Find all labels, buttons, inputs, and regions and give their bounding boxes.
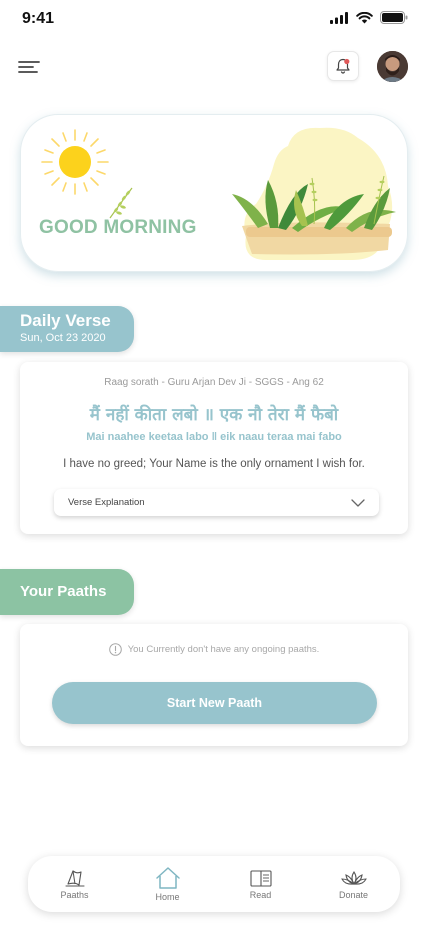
battery-icon [380,11,408,24]
plants-illustration [232,127,396,260]
info-icon [108,643,122,656]
status-time: 9:41 [22,10,55,27]
wifi-icon [356,11,373,23]
nav-label-donate: Donate [338,890,369,900]
daily-verse-card: Raag sorath - Guru Arjan Dev Ji - SGGS -… [20,362,408,534]
paaths-card: You Currently don't have any ongoing paa… [20,624,408,746]
notification-button[interactable] [327,51,359,81]
daily-verse-date: Sun, Oct 23 2020 [20,332,106,344]
nav-item-donate[interactable]: Donate [319,868,389,900]
daily-verse-tab: Daily Verse Sun, Oct 23 2020 [0,306,134,352]
book-stand-icon [64,870,85,887]
empty-paaths-text: You Currently don't have any ongoing paa… [127,644,320,655]
nav-label-home: Home [155,892,180,902]
daily-verse-title: Daily Verse [20,311,111,330]
empty-paaths-message: You Currently don't have any ongoing paa… [20,643,408,656]
hamburger-menu-icon[interactable] [18,59,42,77]
status-icons [330,11,408,24]
start-new-paath-button[interactable]: Start New Paath [52,682,377,724]
avatar[interactable] [377,51,408,82]
chevron-down-icon [351,498,365,507]
home-icon [155,867,180,889]
verse-transliteration: Mai naahee keetaa labo ‖ eik naau teraa … [86,431,342,443]
verse-hindi: मैं नहीं कीता लबो ॥ एक नौ तेरा मैं फैबो [89,405,339,425]
verse-translation: I have no greed; Your Name is the only o… [63,458,365,470]
sun-illustration [41,129,109,195]
bell-icon [336,58,350,74]
lotus-icon [340,871,367,885]
nav-label-paaths: Paaths [60,890,89,900]
nav-item-read[interactable]: Read [226,868,296,900]
your-paaths-title: Your Paaths [20,583,107,600]
bottom-nav: Paaths Home Read Donate [28,856,400,912]
nav-label-read: Read [249,890,272,900]
nav-item-paaths[interactable]: Paaths [40,868,110,900]
verse-explanation-label: Verse Explanation [68,497,145,508]
verse-source: Raag sorath - Guru Arjan Dev Ji - SGGS -… [104,377,324,388]
open-book-icon [249,870,272,887]
greeting-text: GOOD MORNING [39,217,197,238]
sprig-illustration [109,187,133,219]
verse-explanation-dropdown[interactable]: Verse Explanation [54,489,379,516]
cellular-signal-icon [330,11,348,24]
your-paaths-tab: Your Paaths [0,569,134,615]
nav-item-home[interactable]: Home [133,866,203,902]
greeting-card [20,114,408,272]
